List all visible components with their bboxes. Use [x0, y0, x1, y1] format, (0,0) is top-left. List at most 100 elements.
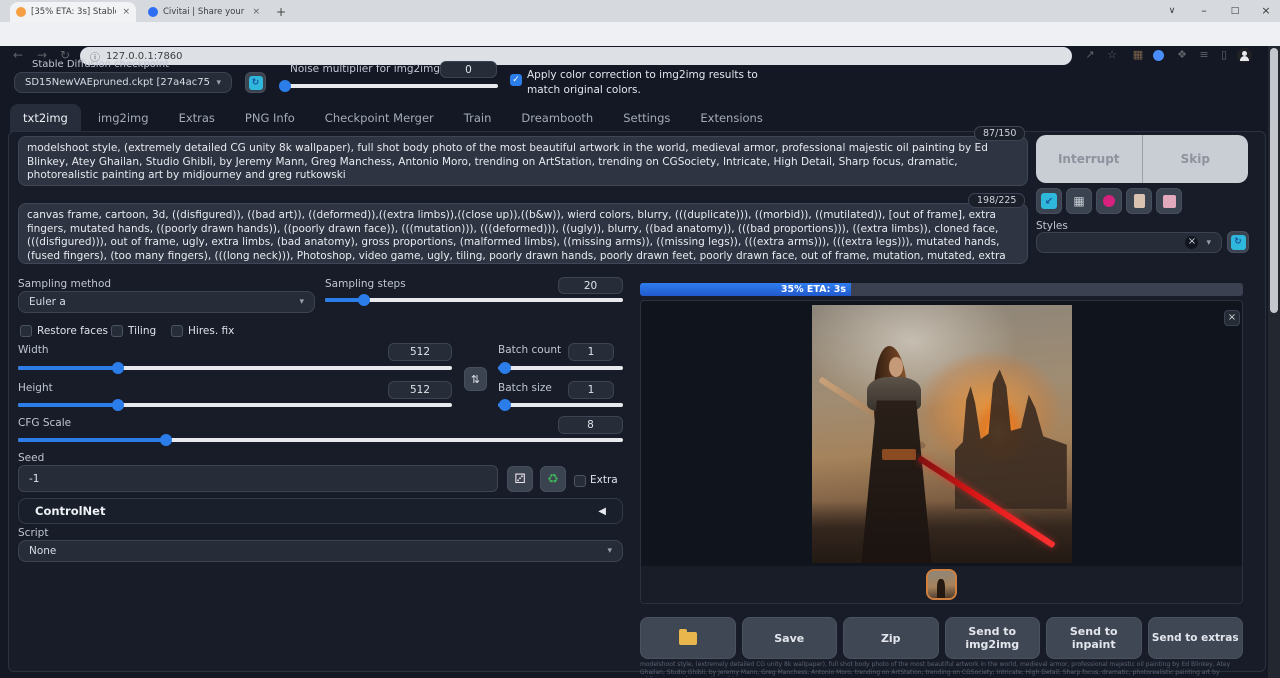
gallery-thumbnail[interactable]: [926, 569, 957, 600]
tab-png-info[interactable]: PNG Info: [232, 104, 308, 133]
noise-multiplier-input[interactable]: 0: [440, 61, 497, 78]
checkpoint-value: SD15NewVAEpruned.ckpt [27a4ac756c]: [25, 77, 210, 88]
tab-close-icon[interactable]: ×: [252, 7, 260, 17]
sampling-method-dropdown[interactable]: Euler a ▾: [18, 291, 315, 313]
back-button[interactable]: ←: [10, 48, 26, 62]
color-correction-checkbox[interactable]: ✓: [510, 74, 522, 86]
extension-grid-icon[interactable]: ▦: [1130, 48, 1146, 61]
clipboard-icon: [1134, 194, 1145, 208]
hires-fix-checkbox[interactable]: [171, 325, 183, 337]
batch-size-slider[interactable]: [498, 403, 623, 407]
tab-close-icon[interactable]: ×: [122, 7, 130, 17]
reuse-seed-button[interactable]: ♻: [540, 466, 566, 492]
tab-checkpoint-merger[interactable]: Checkpoint Merger: [312, 104, 447, 133]
app-tab-bar: txt2img img2img Extras PNG Info Checkpoi…: [10, 104, 776, 133]
hires-fix-label: Hires. fix: [188, 325, 234, 337]
width-slider[interactable]: [18, 366, 452, 370]
browser-tab-civitai[interactable]: Civitai | Share your models ×: [142, 2, 266, 22]
save-button[interactable]: Save: [742, 617, 838, 659]
progress-bar: 35% ETA: 3s: [640, 283, 1243, 296]
seed-label: Seed: [18, 452, 44, 464]
paste-params-button[interactable]: ↙: [1036, 188, 1062, 214]
height-input[interactable]: 512: [388, 381, 452, 399]
tab-settings[interactable]: Settings: [610, 104, 683, 133]
window-maximize-button[interactable]: □: [1227, 3, 1243, 19]
extra-networks-button[interactable]: [1096, 188, 1122, 214]
batch-count-slider[interactable]: [498, 366, 623, 370]
send-to-img2img-button[interactable]: Send to img2img: [945, 617, 1041, 659]
open-folder-button[interactable]: [640, 617, 736, 659]
tab-txt2img[interactable]: txt2img: [10, 104, 81, 133]
batch-count-input[interactable]: 1: [568, 343, 614, 361]
address-bar[interactable]: ⓘ 127.0.0.1:7860: [80, 47, 1072, 65]
sampling-steps-slider[interactable]: [325, 298, 623, 302]
restore-faces-checkbox[interactable]: [20, 325, 32, 337]
chevron-down-icon: ▾: [607, 546, 612, 556]
batch-size-label: Batch size: [498, 382, 552, 394]
share-icon[interactable]: ↗: [1082, 48, 1098, 61]
noise-multiplier-slider[interactable]: [281, 84, 498, 88]
checkpoint-dropdown[interactable]: SD15NewVAEpruned.ckpt [27a4ac756c] ▾: [14, 72, 232, 93]
noise-multiplier-label: Noise multiplier for img2img: [290, 63, 440, 75]
sampling-steps-input[interactable]: 20: [558, 277, 623, 294]
skip-button[interactable]: Skip: [1143, 135, 1249, 183]
tab-extras[interactable]: Extras: [166, 104, 228, 133]
sampling-method-value: Euler a: [29, 296, 66, 308]
swap-width-height-button[interactable]: ⇅: [464, 367, 487, 391]
tab-img2img[interactable]: img2img: [85, 104, 162, 133]
send-to-inpaint-button[interactable]: Send to inpaint: [1046, 617, 1142, 659]
page-scrollbar-thumb[interactable]: [1270, 48, 1278, 313]
browser-tab-active[interactable]: [35% ETA: 3s] Stable Diffusion ×: [10, 2, 136, 22]
extra-networks-icon: [1103, 195, 1115, 207]
bookmark-star-icon[interactable]: ☆: [1104, 48, 1120, 61]
width-label: Width: [18, 344, 49, 356]
script-dropdown[interactable]: None ▾: [18, 540, 623, 562]
checkpoint-label: Stable Diffusion checkpoint: [32, 59, 169, 70]
negative-prompt-textarea[interactable]: canvas frame, cartoon, 3d, ((disfigured)…: [18, 203, 1028, 264]
height-slider[interactable]: [18, 403, 452, 407]
clear-styles-icon[interactable]: ×: [1185, 236, 1198, 249]
tab-dreambooth[interactable]: Dreambooth: [508, 104, 606, 133]
profile-avatar[interactable]: [1237, 48, 1252, 63]
refresh-styles-button[interactable]: ↻: [1227, 231, 1249, 253]
dice-icon: ⚂: [514, 472, 525, 487]
styles-dropdown[interactable]: × ▾: [1036, 232, 1222, 253]
send-to-extras-button[interactable]: Send to extras: [1148, 617, 1244, 659]
extensions-puzzle-icon[interactable]: ❖: [1174, 48, 1190, 61]
extension-blue-icon[interactable]: [1153, 50, 1164, 61]
cfg-scale-slider[interactable]: [18, 438, 623, 442]
seed-extra-checkbox[interactable]: [574, 475, 586, 487]
close-preview-button[interactable]: ×: [1224, 310, 1240, 326]
progress-fill: 35% ETA: 3s: [640, 283, 851, 296]
tab-extensions[interactable]: Extensions: [687, 104, 775, 133]
width-input[interactable]: 512: [388, 343, 452, 361]
save-style-button[interactable]: [1156, 188, 1182, 214]
window-minimize-button[interactable]: –: [1196, 3, 1212, 19]
controlnet-accordion[interactable]: ControlNet ◀: [18, 498, 623, 524]
refresh-icon: ↻: [249, 76, 263, 90]
batch-size-input[interactable]: 1: [568, 381, 614, 399]
cfg-scale-input[interactable]: 8: [558, 416, 623, 434]
zip-button[interactable]: Zip: [843, 617, 939, 659]
negative-prompt-token-counter: 198/225: [968, 193, 1025, 208]
chevron-down-icon: ▾: [1206, 238, 1211, 248]
random-seed-button[interactable]: ⚂: [507, 466, 533, 492]
apply-styles-button[interactable]: [1126, 188, 1152, 214]
generated-image-preview[interactable]: [812, 305, 1072, 563]
browser-toolbar: ← → ↻ ⓘ 127.0.0.1:7860 ↗ ☆ ▦ ❖ ≡ ▯ ⋮: [0, 22, 1280, 46]
refresh-checkpoints-button[interactable]: ↻: [245, 72, 266, 93]
chevron-down-icon: ▾: [216, 78, 221, 88]
window-chevron-icon[interactable]: ∨: [1164, 3, 1180, 19]
tiling-checkbox[interactable]: [111, 325, 123, 337]
browser-tab-title: Civitai | Share your models: [163, 7, 246, 17]
generation-info-text: modelshoot style, (extremely detailed CG…: [640, 661, 1243, 677]
interrupt-button[interactable]: Interrupt: [1036, 135, 1143, 183]
seed-input[interactable]: -1: [18, 465, 498, 492]
side-panel-icon[interactable]: ▯: [1216, 48, 1232, 61]
reading-list-icon[interactable]: ≡: [1196, 48, 1212, 61]
tab-train[interactable]: Train: [451, 104, 505, 133]
clear-prompt-button[interactable]: ▦: [1066, 188, 1092, 214]
window-close-button[interactable]: ×: [1258, 3, 1274, 19]
new-tab-button[interactable]: +: [274, 5, 288, 19]
prompt-textarea[interactable]: modelshoot style, (extremely detailed CG…: [18, 136, 1028, 186]
